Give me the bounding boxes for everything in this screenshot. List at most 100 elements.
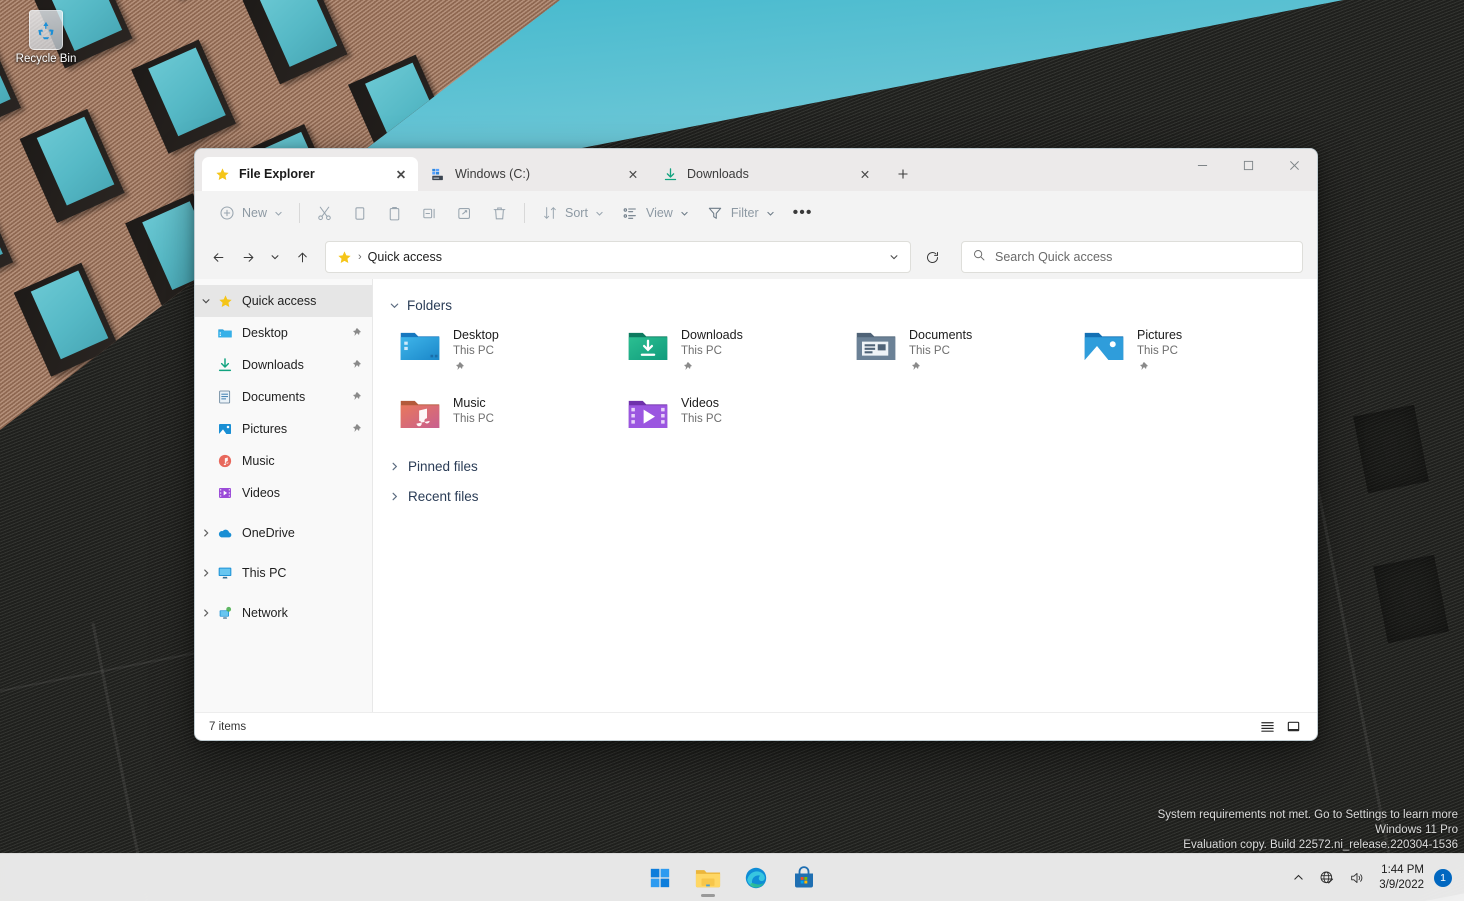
documents-folder-icon: [853, 326, 898, 366]
refresh-button[interactable]: [917, 242, 947, 272]
details-view-icon[interactable]: [1255, 717, 1279, 737]
show-hidden-icons-button[interactable]: [1286, 860, 1311, 896]
view-icon: [622, 205, 639, 222]
paste-button[interactable]: [377, 197, 412, 229]
sidebar-item-quick-access[interactable]: Quick access: [195, 285, 372, 317]
speaker-icon[interactable]: [1343, 860, 1371, 896]
large-icons-view-icon[interactable]: [1281, 717, 1305, 737]
taskbar-file-explorer-button[interactable]: [688, 858, 728, 898]
desktop[interactable]: Recycle Bin System requirements not met.…: [0, 0, 1464, 901]
sidebar-item-music[interactable]: Music: [195, 445, 372, 477]
delete-button[interactable]: [482, 197, 517, 229]
sidebar-item-downloads[interactable]: Downloads: [195, 349, 372, 381]
pin-icon[interactable]: [348, 423, 364, 435]
minimize-button[interactable]: [1179, 149, 1225, 181]
share-button[interactable]: [447, 197, 482, 229]
section-header-pinned-files[interactable]: Pinned files: [387, 451, 1317, 481]
desktop-folder-icon: [397, 326, 442, 366]
taskbar-edge-button[interactable]: [736, 858, 776, 898]
network-globe-icon[interactable]: [1313, 860, 1341, 896]
clock[interactable]: 1:44 PM 3/9/2022: [1373, 863, 1432, 893]
sidebar-item-label: Quick access: [242, 294, 364, 308]
search-icon: [972, 248, 986, 267]
chevron-down-icon[interactable]: [387, 298, 401, 312]
new-tab-button[interactable]: [888, 159, 918, 189]
tab-close-button[interactable]: ✕: [854, 163, 876, 185]
sort-button[interactable]: Sort: [532, 197, 613, 229]
sidebar-item-network[interactable]: Network: [195, 597, 372, 629]
folder-item-videos[interactable]: Videos This PC: [621, 391, 849, 437]
see-more-button[interactable]: •••: [784, 197, 822, 229]
chevron-right-icon[interactable]: [387, 459, 401, 473]
back-button[interactable]: [203, 242, 233, 272]
share-icon: [456, 205, 473, 222]
cut-button[interactable]: [307, 197, 342, 229]
copy-button[interactable]: [342, 197, 377, 229]
tab-close-button[interactable]: ✕: [622, 163, 644, 185]
address-bar-row: › Quick access Search Quick access: [195, 235, 1317, 279]
maximize-button[interactable]: [1225, 149, 1271, 181]
taskbar-store-button[interactable]: [784, 858, 824, 898]
folder-name: Desktop: [453, 327, 499, 343]
sidebar-item-desktop[interactable]: Desktop: [195, 317, 372, 349]
address-bar[interactable]: › Quick access: [325, 241, 911, 273]
desktop-icon-recycle-bin[interactable]: Recycle Bin: [8, 8, 84, 66]
sidebar-item-label: Documents: [242, 390, 348, 404]
folder-name: Videos: [681, 395, 722, 411]
section-header-folders[interactable]: Folders: [387, 293, 1317, 317]
address-dropdown-button[interactable]: [880, 243, 908, 271]
network-icon: [217, 605, 233, 621]
tab-windows-c[interactable]: Windows (C:) ✕: [418, 157, 650, 191]
navigation-pane[interactable]: Quick access Desktop Downloads: [195, 279, 373, 712]
content-pane[interactable]: Folders Desktop This PC: [373, 279, 1317, 712]
tab-label: Windows (C:): [455, 167, 612, 181]
chevron-right-icon[interactable]: [195, 608, 217, 618]
file-explorer-window[interactable]: File Explorer ✕ Windows (C:) ✕: [194, 148, 1318, 741]
folder-item-music[interactable]: Music This PC: [393, 391, 621, 437]
tab-file-explorer[interactable]: File Explorer ✕: [202, 157, 418, 191]
notification-badge[interactable]: 1: [1434, 869, 1452, 887]
folder-item-documents[interactable]: Documents This PC: [849, 323, 1077, 381]
rename-icon: [421, 205, 438, 222]
filter-icon: [707, 205, 724, 222]
chevron-right-icon[interactable]: [195, 568, 217, 578]
folder-item-desktop[interactable]: Desktop This PC: [393, 323, 621, 381]
tab-close-button[interactable]: ✕: [390, 163, 412, 185]
taskbar-start-button[interactable]: [640, 858, 680, 898]
taskbar-items: [640, 858, 824, 898]
search-input[interactable]: Search Quick access: [995, 250, 1112, 264]
pin-icon[interactable]: [348, 359, 364, 371]
chevron-down-icon[interactable]: [195, 296, 217, 306]
view-button[interactable]: View: [613, 197, 698, 229]
taskbar[interactable]: 1:44 PM 3/9/2022 1: [0, 853, 1464, 901]
chevron-right-icon[interactable]: [195, 528, 217, 538]
command-bar: New: [195, 191, 1317, 235]
close-button[interactable]: [1271, 149, 1317, 181]
folder-item-pictures[interactable]: Pictures This PC: [1077, 323, 1305, 381]
sidebar-item-documents[interactable]: Documents: [195, 381, 372, 413]
chevron-down-icon: [595, 209, 604, 218]
drive-icon: [430, 166, 446, 182]
chevron-right-icon[interactable]: [387, 489, 401, 503]
sidebar-item-videos[interactable]: Videos: [195, 477, 372, 509]
rename-button[interactable]: [412, 197, 447, 229]
breadcrumb-path[interactable]: Quick access: [368, 250, 442, 264]
recent-locations-button[interactable]: [263, 242, 287, 272]
filter-button[interactable]: Filter: [698, 197, 784, 229]
new-button[interactable]: New: [209, 197, 292, 229]
forward-button[interactable]: [233, 242, 263, 272]
folder-item-downloads[interactable]: Downloads This PC: [621, 323, 849, 381]
section-header-recent-files[interactable]: Recent files: [387, 481, 1317, 511]
sidebar-item-onedrive[interactable]: OneDrive: [195, 517, 372, 549]
sidebar-item-this-pc[interactable]: This PC: [195, 557, 372, 589]
folder-name: Documents: [909, 327, 972, 343]
pin-icon[interactable]: [348, 327, 364, 339]
sort-icon: [541, 205, 558, 222]
tab-downloads[interactable]: Downloads ✕: [650, 157, 882, 191]
sidebar-item-pictures[interactable]: Pictures: [195, 413, 372, 445]
item-count-label: 7 items: [209, 721, 246, 733]
up-button[interactable]: [287, 242, 317, 272]
search-box[interactable]: Search Quick access: [961, 241, 1303, 273]
pin-icon[interactable]: [348, 391, 364, 403]
videos-icon: [217, 485, 233, 501]
